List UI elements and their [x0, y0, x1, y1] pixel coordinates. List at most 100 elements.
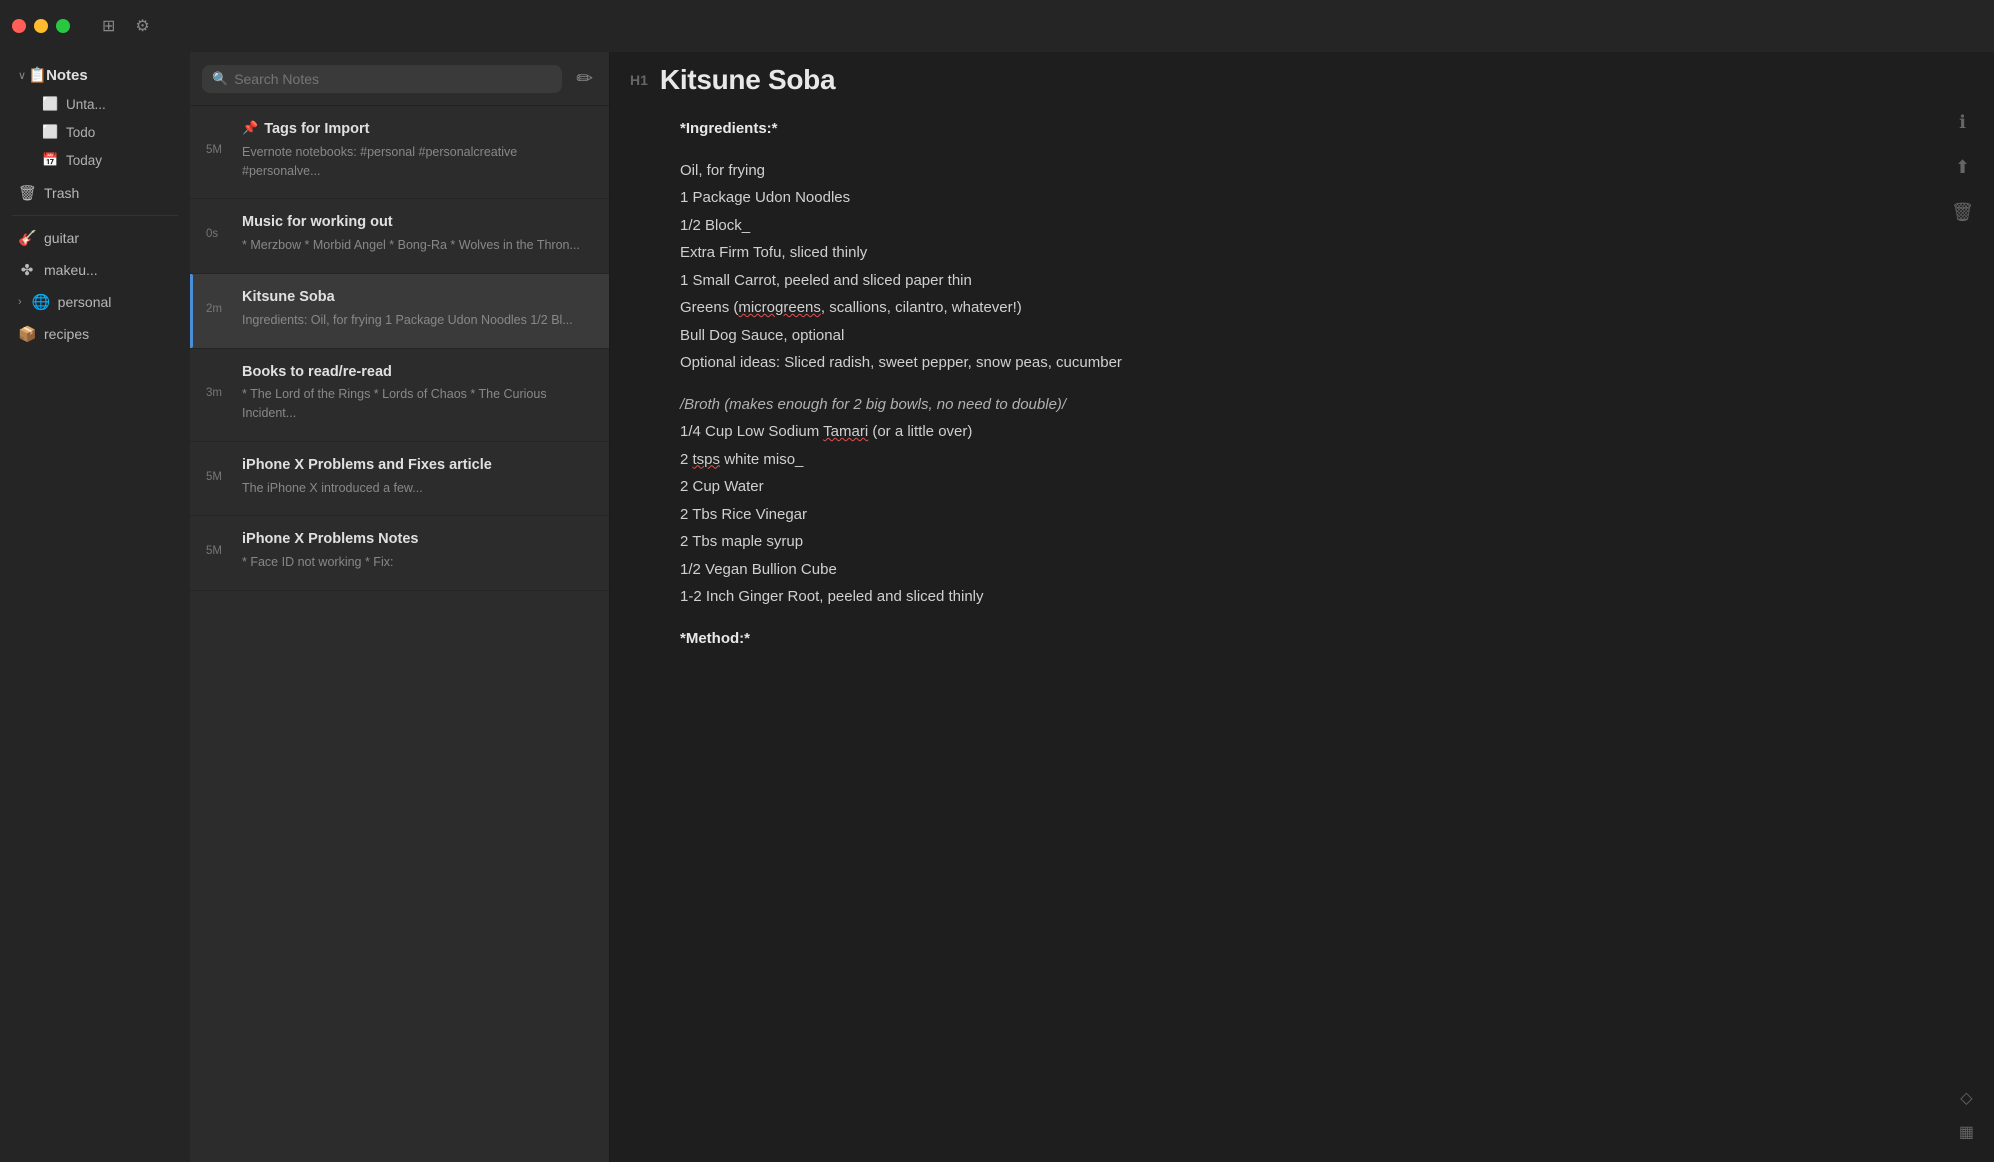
list-item[interactable]: 3m Books to read/re-read * The Lord of t…	[190, 349, 609, 442]
notes-list: 5M 📌 Tags for Import Evernote notebooks:…	[190, 106, 609, 1162]
minimize-button[interactable]	[34, 19, 48, 33]
squiggly-word: tsps	[693, 451, 721, 468]
broth-item: 1/2 Vegan Bullion Cube	[680, 557, 1934, 583]
new-note-button[interactable]: ✏	[572, 62, 597, 95]
maximize-button[interactable]	[56, 19, 70, 33]
sidebar-item-todo[interactable]: ⬜ Todo	[6, 119, 184, 145]
folder-label: makeu...	[44, 262, 98, 278]
sidebar-item-trash[interactable]: 🗑 Trash	[6, 178, 184, 208]
sidebar-notes-label: Notes	[46, 67, 88, 84]
ingredient-item: Oil, for frying	[680, 158, 1934, 184]
customize-icon[interactable]: ⊞	[102, 16, 115, 36]
recipes-icon: 📦	[18, 325, 36, 343]
list-item[interactable]: 5M iPhone X Problems and Fixes article T…	[190, 442, 609, 517]
list-item[interactable]: 2m Kitsune Soba Ingredients: Oil, for fr…	[190, 274, 609, 349]
note-time: 3m	[206, 387, 234, 399]
ingredient-item: 1/2 Block_	[680, 213, 1934, 239]
checklist-button[interactable]: ◇	[1959, 1088, 1974, 1108]
sidebar-item-personal[interactable]: › 🌐 personal	[6, 287, 184, 317]
folder-label: personal	[58, 294, 112, 310]
note-title: Music for working out	[242, 213, 580, 232]
chevron-down-icon: ∨	[18, 69, 26, 82]
notes-icon: 📋	[28, 66, 46, 84]
content-body[interactable]: *Ingredients:* Oil, for frying 1 Package…	[610, 108, 1994, 1162]
broth-section: /Broth (makes enough for 2 big bowls, no…	[680, 392, 1934, 610]
todo-icon: ⬜	[42, 124, 58, 140]
sidebar-item-untitled[interactable]: ⬜ Unta...	[6, 91, 184, 117]
sidebar-item-recipes[interactable]: 📦 recipes	[6, 319, 184, 349]
note-title: Kitsune Soba	[242, 288, 573, 307]
settings-icon[interactable]: ⚙	[135, 16, 149, 36]
share-button[interactable]: ⬆	[1955, 157, 1970, 178]
sidebar-divider	[12, 215, 178, 216]
delete-button[interactable]: 🗑	[1951, 202, 1974, 223]
ingredient-item: Bull Dog Sauce, optional	[680, 323, 1934, 349]
squiggly-word: microgreens	[738, 299, 821, 316]
format-button[interactable]: ▦	[1959, 1122, 1974, 1142]
broth-item: 2 Tbs maple syrup	[680, 529, 1934, 555]
notes-list-header: 🔍 ✏	[190, 52, 609, 106]
bottom-toolbar: ◇ ▦	[1959, 1088, 1974, 1142]
note-preview: Ingredients: Oil, for frying 1 Package U…	[242, 311, 573, 330]
note-meta: 0s Music for working out * Merzbow * Mor…	[206, 213, 593, 255]
pin-icon: 📌	[242, 120, 258, 136]
untitled-icon: ⬜	[42, 96, 58, 112]
guitar-icon: 🎸	[18, 229, 36, 247]
note-preview: The iPhone X introduced a few...	[242, 479, 492, 498]
ingredient-item: 1 Small Carrot, peeled and sliced paper …	[680, 268, 1934, 294]
folder-label: recipes	[44, 326, 89, 342]
right-toolbar: ℹ ⬆ 🗑	[1951, 112, 1974, 223]
close-button[interactable]	[12, 19, 26, 33]
note-time: 0s	[206, 228, 234, 240]
sidebar-item-guitar[interactable]: 🎸 guitar	[6, 223, 184, 253]
list-item[interactable]: 5M iPhone X Problems Notes * Face ID not…	[190, 516, 609, 591]
sidebar: ∨ 📋 Notes ⬜ Unta... ⬜ Todo 📅 Today 🗑 Tra…	[0, 52, 190, 1162]
ingredients-header: *Ingredients:*	[680, 116, 1934, 142]
note-time: 5M	[206, 545, 234, 557]
content-area: H1 Kitsune Soba ℹ ⬆ 🗑 *Ingredients:* Oil…	[610, 52, 1994, 1162]
folder-label: guitar	[44, 230, 79, 246]
note-preview: * Face ID not working * Fix:	[242, 553, 418, 572]
broth-header: /Broth (makes enough for 2 big bowls, no…	[680, 392, 1934, 418]
note-meta: 2m Kitsune Soba Ingredients: Oil, for fr…	[206, 288, 593, 330]
note-meta: 5M iPhone X Problems Notes * Face ID not…	[206, 530, 593, 572]
app-layout: ∨ 📋 Notes ⬜ Unta... ⬜ Todo 📅 Today 🗑 Tra…	[0, 52, 1994, 1162]
sidebar-item-label: Today	[66, 153, 102, 168]
note-title: Tags for Import	[264, 120, 369, 139]
sidebar-item-makeup[interactable]: ✤ makeu...	[6, 255, 184, 285]
h1-badge: H1	[630, 72, 648, 88]
search-bar[interactable]: 🔍	[202, 65, 562, 93]
note-time: 5M	[206, 471, 234, 483]
content-wrapper: H1 Kitsune Soba ℹ ⬆ 🗑 *Ingredients:* Oil…	[610, 52, 1994, 1162]
note-title: Books to read/re-read	[242, 363, 593, 382]
note-time: 5M	[206, 144, 234, 156]
broth-item: 2 Tbs Rice Vinegar	[680, 502, 1934, 528]
note-time: 2m	[206, 303, 234, 315]
list-item[interactable]: 5M 📌 Tags for Import Evernote notebooks:…	[190, 106, 609, 199]
note-preview: * Merzbow * Morbid Angel * Bong-Ra * Wol…	[242, 236, 580, 255]
method-header: *Method:*	[680, 626, 1934, 652]
search-input[interactable]	[234, 71, 552, 87]
ingredient-item: Optional ideas: Sliced radish, sweet pep…	[680, 350, 1934, 376]
broth-item: 1/4 Cup Low Sodium Tamari (or a little o…	[680, 419, 1934, 445]
trash-label: Trash	[44, 185, 79, 201]
chevron-right-icon: ›	[18, 296, 22, 308]
makeup-icon: ✤	[18, 261, 36, 279]
note-meta: 5M iPhone X Problems and Fixes article T…	[206, 456, 593, 498]
sidebar-notes-section[interactable]: ∨ 📋 Notes	[6, 60, 184, 90]
note-meta: 5M 📌 Tags for Import Evernote notebooks:…	[206, 120, 593, 180]
ingredient-item: 1 Package Udon Noodles	[680, 185, 1934, 211]
content-title[interactable]: Kitsune Soba	[660, 64, 835, 96]
note-preview: Evernote notebooks: #personal #personalc…	[242, 143, 593, 181]
squiggly-word: Tamari	[823, 423, 868, 440]
broth-item: 2 tsps white miso_	[680, 447, 1934, 473]
note-title: iPhone X Problems and Fixes article	[242, 456, 492, 475]
list-item[interactable]: 0s Music for working out * Merzbow * Mor…	[190, 199, 609, 274]
info-button[interactable]: ℹ	[1959, 112, 1966, 133]
ingredient-item: Greens (microgreens, scallions, cilantro…	[680, 295, 1934, 321]
sidebar-item-today[interactable]: 📅 Today	[6, 147, 184, 173]
search-icon: 🔍	[212, 71, 228, 87]
sidebar-item-label: Unta...	[66, 97, 106, 112]
content-toolbar: H1 Kitsune Soba	[610, 52, 1994, 108]
traffic-lights	[12, 19, 70, 33]
